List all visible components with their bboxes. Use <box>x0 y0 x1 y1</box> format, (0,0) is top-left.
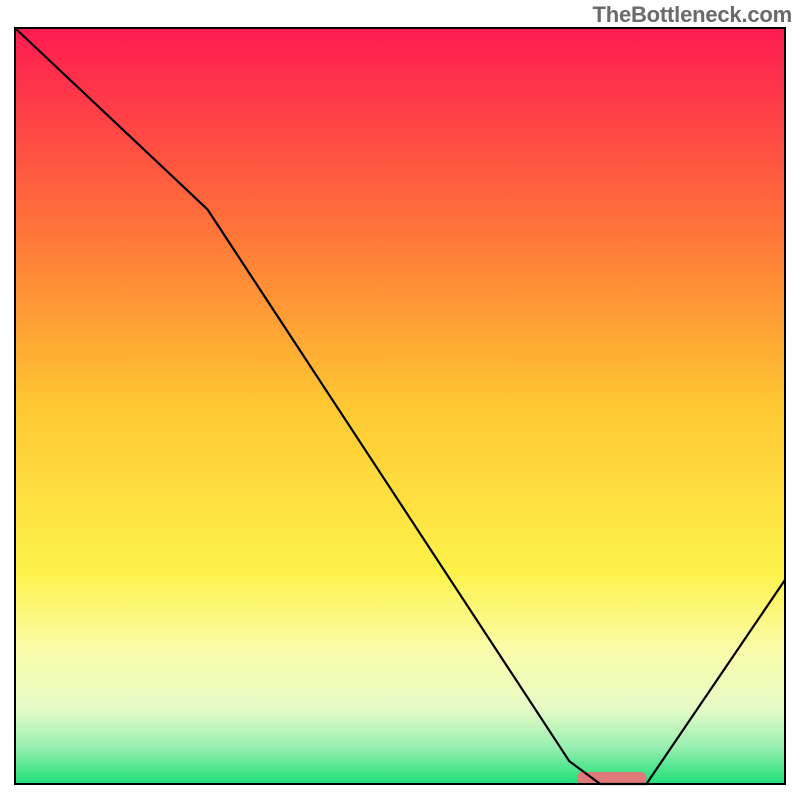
chart-background <box>15 28 785 784</box>
chart-svg <box>0 0 800 800</box>
